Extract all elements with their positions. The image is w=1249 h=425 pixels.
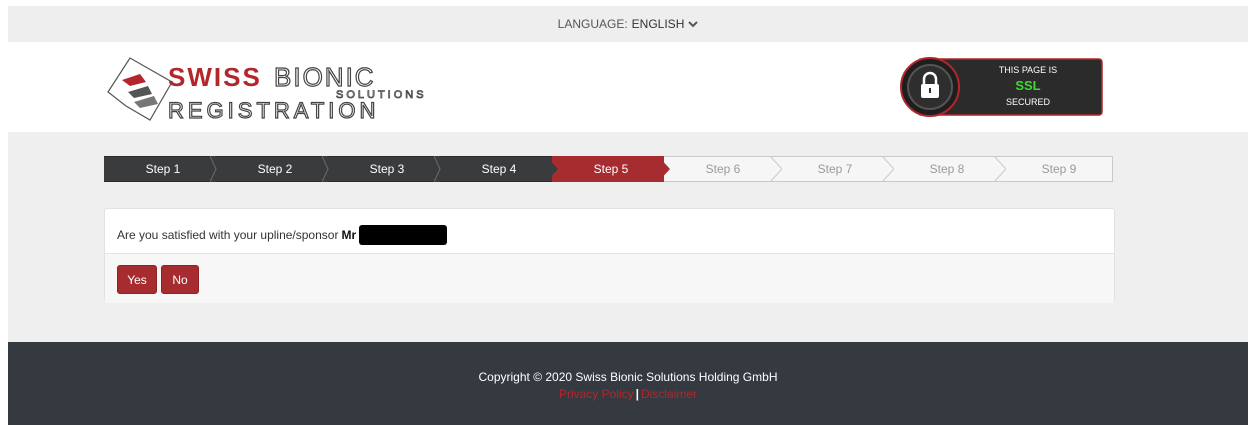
step-divider-icon — [770, 156, 782, 182]
copyright-text: Copyright © 2020 Swiss Bionic Solutions … — [478, 370, 778, 384]
step-4: Step 4 — [440, 156, 558, 182]
step-divider-icon — [322, 156, 334, 182]
step-divider-icon — [994, 156, 1006, 182]
link-separator: | — [635, 387, 640, 401]
card-actions: Yes No — [105, 253, 1114, 303]
ssl-secured-badge: THIS PAGE IS SSL SECURED — [900, 57, 1103, 117]
step-label: Step 8 — [929, 162, 965, 176]
step-divider-icon — [210, 156, 222, 182]
language-label: LANGUAGE: — [557, 17, 628, 31]
sponsor-title: Mr — [341, 228, 357, 242]
sponsor-question-card: Are you satisfied with your upline/spons… — [104, 208, 1115, 303]
step-6: Step 6 — [664, 156, 782, 182]
question-text: Are you satisfied with your upline/spons… — [117, 228, 339, 242]
step-label: Step 3 — [369, 162, 405, 176]
step-label: Step 9 — [1041, 162, 1077, 176]
footer: Copyright © 2020 Swiss Bionic Solutions … — [8, 342, 1248, 425]
step-label: Step 6 — [705, 162, 741, 176]
main-content: Step 1 Step 2 Step 3 Step 4 Step 5 Step … — [8, 132, 1248, 342]
step-divider-icon — [434, 156, 446, 182]
yes-button[interactable]: Yes — [117, 265, 157, 294]
redacted-sponsor-name — [359, 225, 448, 245]
step-label: Step 2 — [257, 162, 293, 176]
step-5: Step 5 — [552, 156, 670, 182]
no-button[interactable]: No — [161, 265, 199, 294]
footer-links: Privacy Policy | Disclaimer — [8, 387, 1248, 401]
step-7: Step 7 — [776, 156, 894, 182]
disclaimer-link[interactable]: Disclaimer — [641, 387, 697, 401]
step-divider-icon — [882, 156, 894, 182]
step-3: Step 3 — [328, 156, 446, 182]
step-divider-icon — [658, 156, 670, 182]
step-label: Step 4 — [481, 162, 517, 176]
language-bar: LANGUAGE: ENGLISH — [8, 6, 1248, 42]
sponsor-question: Are you satisfied with your upline/spons… — [117, 225, 448, 245]
step-divider-icon — [546, 156, 558, 182]
step-label: Step 7 — [817, 162, 853, 176]
privacy-policy-link[interactable]: Privacy Policy — [559, 387, 634, 401]
header: SWISS BIONIC SOLUTIONS REGISTRATION THIS… — [8, 42, 1248, 132]
logo-emblem-icon — [107, 57, 173, 121]
step-9: Step 9 — [1000, 156, 1113, 182]
svg-text:BIONIC: BIONIC — [274, 62, 376, 92]
svg-text:SWISS: SWISS — [168, 62, 262, 92]
svg-text:THIS PAGE IS: THIS PAGE IS — [999, 65, 1057, 75]
step-8: Step 8 — [888, 156, 1006, 182]
chevron-down-icon[interactable] — [688, 19, 699, 29]
svg-text:SSL: SSL — [1015, 78, 1040, 93]
step-2: Step 2 — [216, 156, 334, 182]
step-label: Step 1 — [145, 162, 181, 176]
swiss-bionic-logo[interactable]: SWISS BIONIC SOLUTIONS REGISTRATION — [100, 52, 450, 124]
svg-text:SECURED: SECURED — [1006, 97, 1051, 107]
step-label: Step 5 — [593, 162, 629, 176]
language-selector[interactable]: ENGLISH — [632, 17, 685, 31]
step-1: Step 1 — [104, 156, 222, 182]
step-progress: Step 1 Step 2 Step 3 Step 4 Step 5 Step … — [104, 156, 1113, 182]
svg-text:REGISTRATION: REGISTRATION — [168, 98, 379, 123]
